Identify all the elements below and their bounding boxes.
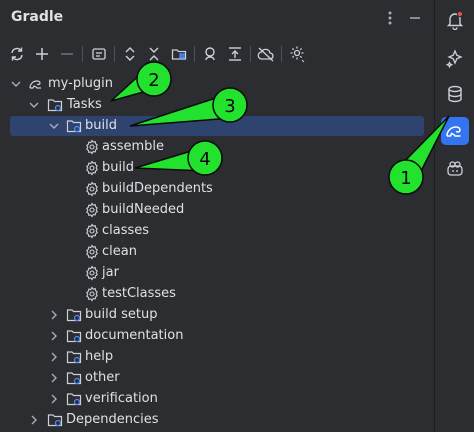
task-folder-icon xyxy=(66,120,82,133)
gear-icon xyxy=(86,265,98,281)
gear-icon xyxy=(86,244,98,260)
database-icon[interactable] xyxy=(441,80,469,108)
chevron-right-icon[interactable] xyxy=(28,414,40,426)
expand-all-icon[interactable] xyxy=(119,43,141,65)
tree-item-label: verification xyxy=(85,391,158,406)
tree-item-label: other xyxy=(85,370,120,385)
gear-icon xyxy=(86,223,98,239)
tree-item-task[interactable]: assemble xyxy=(10,137,424,157)
copilot-icon[interactable] xyxy=(441,155,469,183)
tree-item-label: testClasses xyxy=(102,286,176,301)
tree-item-build-group[interactable]: build xyxy=(10,116,424,136)
toolbar-separator xyxy=(82,46,83,62)
tree-item-group[interactable]: build setup xyxy=(10,305,424,325)
chevron-right-icon[interactable] xyxy=(48,351,60,363)
task-folder-icon xyxy=(66,351,82,364)
tree-item-label: build xyxy=(102,160,134,175)
task-folder-icon xyxy=(66,393,82,406)
tree-item-task[interactable]: jar xyxy=(10,263,424,283)
chevron-right-icon[interactable] xyxy=(48,372,60,384)
ai-assistant-icon[interactable] xyxy=(441,44,469,72)
gear-icon xyxy=(86,181,98,197)
chevron-down-icon[interactable] xyxy=(10,78,22,90)
tree-item-label: Tasks xyxy=(67,97,102,112)
toolbar-separator xyxy=(250,46,251,62)
analyze-dependencies-icon[interactable] xyxy=(199,43,221,65)
tree-item-label: clean xyxy=(102,244,137,259)
reload-icon[interactable] xyxy=(6,43,28,65)
tree-item-task[interactable]: clean xyxy=(10,242,424,262)
gradle-tool-window: Gradle my-plugin Tasks build assemble bu… xyxy=(0,0,434,432)
chevron-down-icon[interactable] xyxy=(48,120,60,132)
gradle-toolbar xyxy=(0,40,434,68)
tree-item-task[interactable]: buildDependents xyxy=(10,179,424,199)
gradle-icon[interactable] xyxy=(441,117,469,145)
minimize-icon[interactable] xyxy=(405,8,425,28)
task-folder-icon xyxy=(66,309,82,322)
notifications-icon[interactable] xyxy=(441,6,469,34)
add-icon[interactable] xyxy=(31,43,53,65)
dependencies-folder-icon xyxy=(47,414,63,427)
tree-item-task[interactable]: testClasses xyxy=(10,284,424,304)
tool-window-header: Gradle xyxy=(0,0,434,36)
tree-item-label: jar xyxy=(102,265,119,280)
tree-item-root[interactable]: my-plugin xyxy=(10,74,424,94)
tree-item-task[interactable]: classes xyxy=(10,221,424,241)
tool-window-title: Gradle xyxy=(11,9,64,25)
gear-icon xyxy=(86,160,98,176)
chevron-right-icon[interactable] xyxy=(48,393,60,405)
tree-item-dependencies[interactable]: Dependencies xyxy=(10,410,424,430)
toolbar-separator xyxy=(281,46,282,62)
tree-item-label: documentation xyxy=(85,328,184,343)
toolbar-separator xyxy=(114,46,115,62)
gear-icon xyxy=(86,286,98,302)
task-folder-icon xyxy=(47,99,63,112)
tree-item-label: classes xyxy=(102,223,150,238)
cloud-off-icon[interactable] xyxy=(255,43,277,65)
chevron-down-icon[interactable] xyxy=(28,99,40,111)
task-folder-icon xyxy=(66,372,82,385)
execute-task-icon[interactable] xyxy=(88,43,110,65)
tree-item-group[interactable]: documentation xyxy=(10,326,424,346)
tree-item-group[interactable]: help xyxy=(10,347,424,367)
right-tool-strip xyxy=(434,0,474,432)
chevron-right-icon[interactable] xyxy=(48,309,60,321)
tree-item-tasks[interactable]: Tasks xyxy=(10,95,424,115)
remove-icon[interactable] xyxy=(56,43,78,65)
tree-item-group[interactable]: other xyxy=(10,368,424,388)
tree-item-label: buildDependents xyxy=(102,181,213,196)
tree-item-label: build setup xyxy=(85,307,158,322)
toolbar-separator xyxy=(194,46,195,62)
more-options-icon[interactable] xyxy=(380,8,400,28)
gradle-project-icon xyxy=(29,80,41,89)
tree-item-group[interactable]: verification xyxy=(10,389,424,409)
collapse-all-icon[interactable] xyxy=(143,43,165,65)
tree-item-label: build xyxy=(85,118,117,133)
gear-icon xyxy=(86,139,98,155)
chevron-right-icon[interactable] xyxy=(48,330,60,342)
tree-item-task[interactable]: buildNeeded xyxy=(10,200,424,220)
tree-item-label: assemble xyxy=(102,139,165,154)
tree-item-label: Dependencies xyxy=(66,412,159,427)
toggle-offline-icon[interactable] xyxy=(224,43,246,65)
gear-icon xyxy=(86,202,98,218)
group-modules-icon[interactable] xyxy=(168,43,190,65)
settings-icon[interactable] xyxy=(287,43,309,65)
tree-item-label: help xyxy=(85,349,114,364)
tree-item-task[interactable]: build xyxy=(10,158,424,178)
tree-item-label: my-plugin xyxy=(48,76,114,91)
tree-item-label: buildNeeded xyxy=(102,202,185,217)
task-folder-icon xyxy=(66,330,82,343)
